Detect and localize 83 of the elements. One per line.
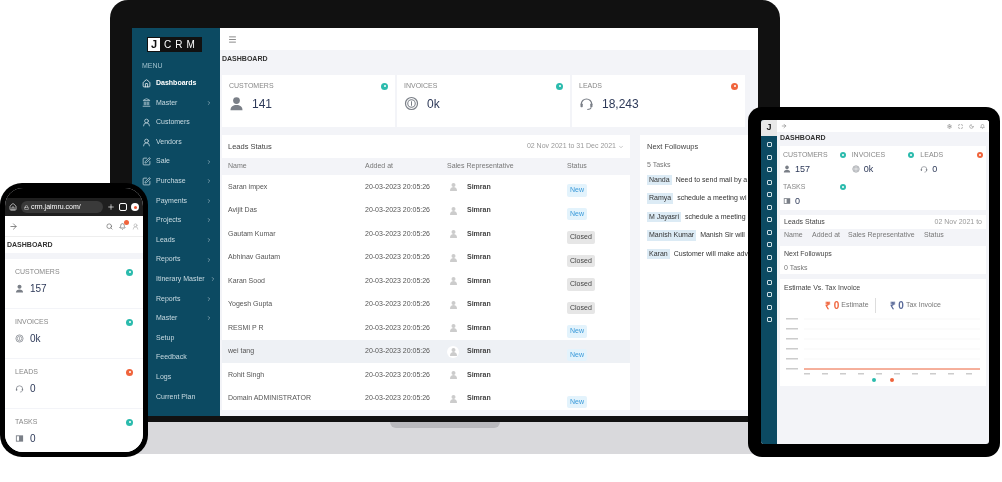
headset-icon xyxy=(920,165,929,174)
board-icon xyxy=(783,197,791,206)
nav-icon[interactable] xyxy=(766,254,772,260)
avatar-icon xyxy=(447,204,459,217)
user-icon xyxy=(229,96,244,111)
nav-icon[interactable] xyxy=(766,167,772,172)
menu-icon[interactable] xyxy=(228,34,237,44)
arrow-circle-icon[interactable] xyxy=(977,152,983,159)
arrow-circle-icon[interactable] xyxy=(839,184,846,191)
arrow-circle-icon[interactable] xyxy=(126,368,133,376)
arrow-circle-icon[interactable] xyxy=(556,82,563,90)
stat-value: 0 xyxy=(30,381,36,396)
nav-icon[interactable] xyxy=(766,267,772,272)
coin-icon xyxy=(851,165,860,174)
nav-icon[interactable] xyxy=(766,204,772,210)
avatar-icon xyxy=(447,368,459,381)
arrow-circle-icon[interactable] xyxy=(731,82,738,90)
stat-value: 18,243 xyxy=(602,95,639,113)
avatar-icon xyxy=(447,181,459,193)
notification-icon[interactable] xyxy=(980,123,985,129)
nav-icon[interactable] xyxy=(766,317,772,322)
avatar-icon xyxy=(447,251,459,264)
stat-value: 0k xyxy=(30,331,41,346)
tabs-icon[interactable] xyxy=(119,203,127,211)
user-icon xyxy=(783,165,791,174)
nav-icon[interactable] xyxy=(766,142,772,147)
nav-icon[interactable] xyxy=(766,179,772,185)
home-icon xyxy=(142,78,151,88)
avatar-icon xyxy=(447,228,459,240)
home-icon[interactable] xyxy=(9,203,17,211)
logo: J xyxy=(761,120,777,136)
user-icon xyxy=(142,118,151,127)
stat-value: 157 xyxy=(795,162,811,176)
bank-icon xyxy=(142,98,151,108)
avatar-icon xyxy=(447,345,459,358)
edit-icon xyxy=(142,157,151,167)
nav-icon[interactable] xyxy=(766,242,772,247)
avatar-icon xyxy=(447,392,459,405)
summary-value: ₹ 0 xyxy=(889,298,904,313)
arrow-circle-icon[interactable] xyxy=(126,418,133,426)
settings-icon[interactable] xyxy=(947,123,952,129)
headset-icon xyxy=(15,383,24,393)
arrow-right-icon[interactable] xyxy=(781,123,787,129)
moon-icon[interactable] xyxy=(969,123,974,129)
stat-value: 141 xyxy=(252,95,273,113)
nav-icon[interactable] xyxy=(766,154,772,160)
headset-icon xyxy=(579,96,594,111)
logo-text: CRM xyxy=(164,38,199,52)
stat-value: 0k xyxy=(427,95,440,113)
arrow-circle-icon[interactable] xyxy=(908,152,915,159)
nav-icon[interactable] xyxy=(766,304,772,310)
stat-value: 0 xyxy=(932,162,938,176)
arrow-circle-icon[interactable] xyxy=(126,318,133,326)
arrow-circle-icon[interactable] xyxy=(381,82,388,90)
fullscreen-icon[interactable] xyxy=(958,123,963,129)
avatar-icon xyxy=(447,275,459,287)
stat-value: 0 xyxy=(30,431,36,446)
avatar-icon xyxy=(447,298,459,311)
nav-icon[interactable] xyxy=(766,217,772,222)
arrow-circle-icon[interactable] xyxy=(126,268,133,276)
arrow-right-icon[interactable] xyxy=(9,221,18,231)
coin-icon xyxy=(15,333,24,343)
logo-mark: J xyxy=(148,38,160,51)
stat-value: 157 xyxy=(30,281,47,296)
arrow-circle-icon[interactable] xyxy=(839,152,846,159)
stat-value: 0 xyxy=(795,194,800,208)
avatar-icon xyxy=(447,322,459,334)
caret-icon xyxy=(618,143,624,150)
stat-value: 0k xyxy=(863,162,874,176)
edit-icon xyxy=(142,176,151,186)
board-icon xyxy=(15,433,24,443)
nav-icon[interactable] xyxy=(766,292,772,297)
coin-icon xyxy=(404,96,419,111)
nav-icon[interactable] xyxy=(766,229,772,235)
nav-icon[interactable] xyxy=(766,279,772,285)
new-tab-icon[interactable] xyxy=(107,203,115,211)
search-icon[interactable] xyxy=(106,222,113,230)
user-icon xyxy=(15,283,24,293)
nav-icon[interactable] xyxy=(766,192,772,197)
summary-value: ₹ 0 xyxy=(825,298,840,313)
notification-icon[interactable] xyxy=(119,222,126,230)
user-icon xyxy=(142,137,151,147)
profile-icon[interactable] xyxy=(131,203,139,211)
